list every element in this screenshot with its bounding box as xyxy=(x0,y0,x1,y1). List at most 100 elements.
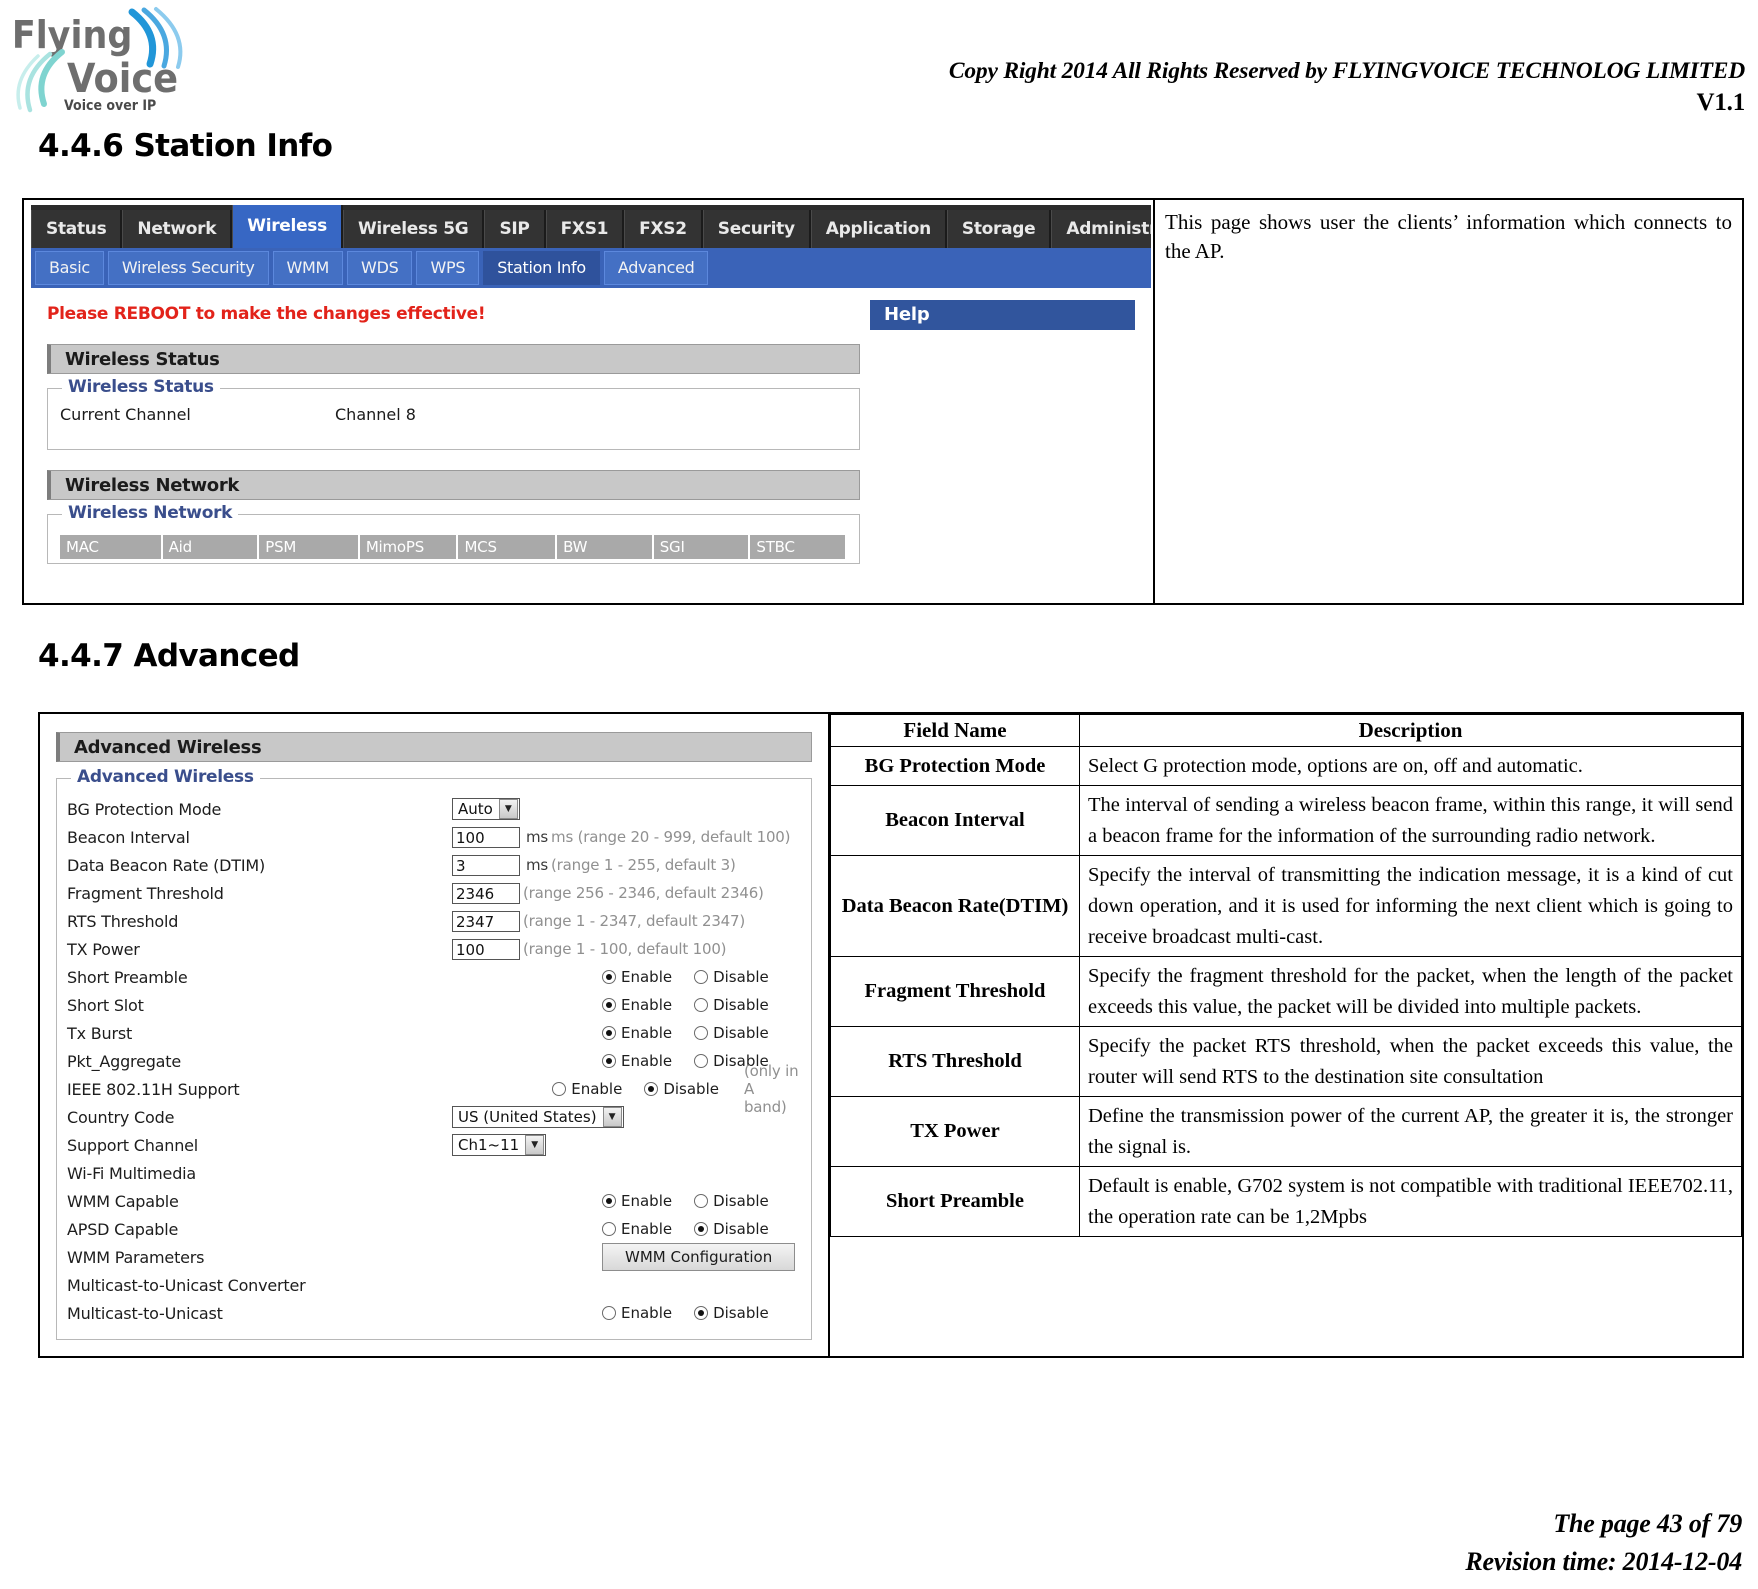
cell-description: Specify the interval of transmitting the… xyxy=(1080,856,1742,957)
chevron-down-icon[interactable]: ▼ xyxy=(603,1107,622,1127)
station-info-table: StatusNetworkWirelessWireless 5GSIPFXS1F… xyxy=(22,198,1744,605)
current-channel-label: Current Channel xyxy=(60,405,335,424)
chevron-down-icon[interactable]: ▼ xyxy=(525,1135,544,1155)
chevron-down-icon[interactable]: ▼ xyxy=(499,799,518,819)
advanced-row-control: Enable Disable xyxy=(452,996,791,1014)
radio-dot-icon xyxy=(602,1222,616,1236)
advanced-row-label: Short Slot xyxy=(67,996,452,1015)
radio-label: Enable xyxy=(571,1080,622,1098)
advanced-row-data-beacon-rate-dtim-: Data Beacon Rate (DTIM)3ms(range 1 - 255… xyxy=(67,851,801,879)
sub-tab-basic[interactable]: Basic xyxy=(35,251,104,285)
flyingvoice-logo: Flying Voice Voice over IP xyxy=(10,6,200,116)
sub-tab-wps[interactable]: WPS xyxy=(416,251,479,285)
radio-disable[interactable]: Disable xyxy=(694,1024,769,1042)
radio-enable[interactable]: Enable xyxy=(602,1192,672,1210)
input-beacon-interval[interactable]: 100 xyxy=(452,827,520,848)
select-bg-protection-mode[interactable]: Auto▼ xyxy=(452,798,520,820)
advanced-row-label: Short Preamble xyxy=(67,968,452,987)
advanced-row-control: Auto▼ xyxy=(452,798,520,820)
radio-disable[interactable]: Disable xyxy=(694,996,769,1014)
cell-field-name: Short Preamble xyxy=(831,1167,1080,1237)
input-tx-power[interactable]: 100 xyxy=(452,939,520,960)
radio-label: Enable xyxy=(621,1024,672,1042)
advanced-row-control: 2346(range 256 - 2346, default 2346) xyxy=(452,883,764,904)
station-info-body: Please REBOOT to make the changes effect… xyxy=(31,288,1151,598)
advanced-row-label: Country Code xyxy=(67,1108,452,1127)
station-info-screenshot-cell: StatusNetworkWirelessWireless 5GSIPFXS1F… xyxy=(24,200,1155,603)
cell-description: Define the transmission power of the cur… xyxy=(1080,1097,1742,1167)
advanced-row-label: BG Protection Mode xyxy=(67,800,452,819)
sub-tab-advanced[interactable]: Advanced xyxy=(604,251,709,285)
cell-field-name: Data Beacon Rate(DTIM) xyxy=(831,856,1080,957)
sub-nav-bar: BasicWireless SecurityWMMWDSWPSStation I… xyxy=(31,248,1151,288)
nav-tab-fxs1[interactable]: FXS1 xyxy=(546,210,625,248)
radio-enable[interactable]: Enable xyxy=(602,1304,672,1322)
station-info-description-cell: This page shows user the clients’ inform… xyxy=(1155,200,1742,603)
nav-tab-storage[interactable]: Storage xyxy=(947,210,1052,248)
advanced-row-wmm-parameters: WMM ParametersWMM Configuration xyxy=(67,1243,801,1271)
wireless-network-fieldset: Wireless Network MAC AddressAidPSMMimoPS… xyxy=(47,514,860,564)
help-button[interactable]: Help xyxy=(870,300,1135,330)
unit-label: ms xyxy=(526,856,548,874)
nav-tab-application[interactable]: Application xyxy=(811,210,947,248)
advanced-row-label: Pkt_Aggregate xyxy=(67,1052,452,1071)
advanced-row-label: Beacon Interval xyxy=(67,828,452,847)
radio-disable[interactable]: Disable xyxy=(694,1304,769,1322)
radio-enable[interactable]: Enable xyxy=(602,968,672,986)
radio-enable[interactable]: Enable xyxy=(602,1220,672,1238)
radio-group: Enable Disable xyxy=(602,1024,791,1042)
radio-label: Disable xyxy=(713,1024,769,1042)
advanced-row-control: 100(range 1 - 100, default 100) xyxy=(452,939,726,960)
input-data-beacon-rate-dtim-[interactable]: 3 xyxy=(452,855,520,876)
nav-tab-wireless-5g[interactable]: Wireless 5G xyxy=(343,210,485,248)
nav-tab-status[interactable]: Status xyxy=(31,210,122,248)
select-country-code[interactable]: US (United States)▼ xyxy=(452,1106,624,1128)
sub-tab-wireless-security[interactable]: Wireless Security xyxy=(108,251,269,285)
wireless-status-bar: Wireless Status xyxy=(47,344,860,374)
radio-disable[interactable]: Disable xyxy=(694,968,769,986)
radio-dot-icon xyxy=(694,1026,708,1040)
radio-dot-icon xyxy=(694,998,708,1012)
sub-tab-wds[interactable]: WDS xyxy=(347,251,412,285)
radio-dot-icon xyxy=(602,1306,616,1320)
station-column-stbc: STBC xyxy=(750,535,847,559)
advanced-row-tx-power: TX Power100(range 1 - 100, default 100) xyxy=(67,935,801,963)
document-page: Flying Voice Voice over IP Copy Right 20… xyxy=(0,0,1758,1589)
sub-tab-wmm[interactable]: WMM xyxy=(273,251,344,285)
radio-disable[interactable]: Disable xyxy=(694,1220,769,1238)
radio-label: Disable xyxy=(713,968,769,986)
advanced-row-label: APSD Capable xyxy=(67,1220,452,1239)
advanced-row-ieee-802-11h-support: IEEE 802.11H SupportEnableDisable(only i… xyxy=(67,1075,801,1103)
radio-dot-icon xyxy=(644,1082,658,1096)
advanced-row-label: Fragment Threshold xyxy=(67,884,452,903)
radio-dot-icon xyxy=(694,1306,708,1320)
sub-tab-station-info[interactable]: Station Info xyxy=(483,251,600,285)
radio-enable[interactable]: Enable xyxy=(552,1080,622,1098)
advanced-row-support-channel: Support ChannelCh1~11▼ xyxy=(67,1131,801,1159)
advanced-row-label: Multicast-to-Unicast xyxy=(67,1304,452,1323)
station-column-psm: PSM xyxy=(259,535,360,559)
advanced-row-control: Enable Disable xyxy=(452,968,791,986)
radio-enable[interactable]: Enable xyxy=(602,1024,672,1042)
router-ui-station-info: StatusNetworkWirelessWireless 5GSIPFXS1F… xyxy=(31,205,1151,598)
advanced-row-apsd-capable: APSD Capable Enable Disable xyxy=(67,1215,801,1243)
radio-label: Enable xyxy=(621,1192,672,1210)
radio-enable[interactable]: Enable xyxy=(602,996,672,1014)
nav-tab-network[interactable]: Network xyxy=(122,210,232,248)
nav-tab-security[interactable]: Security xyxy=(703,210,811,248)
nav-tab-sip[interactable]: SIP xyxy=(484,210,545,248)
input-rts-threshold[interactable]: 2347 xyxy=(452,911,520,932)
nav-tab-fxs2[interactable]: FXS2 xyxy=(624,210,703,248)
select-support-channel[interactable]: Ch1~11▼ xyxy=(452,1134,546,1156)
radio-disable[interactable]: Disable xyxy=(644,1080,719,1098)
radio-disable[interactable]: Disable xyxy=(694,1192,769,1210)
heading-station-info: 4.4.6 Station Info xyxy=(38,128,332,164)
advanced-row-label: Data Beacon Rate (DTIM) xyxy=(67,856,452,875)
svg-text:Voice: Voice xyxy=(67,56,178,103)
input-fragment-threshold[interactable]: 2346 xyxy=(452,883,520,904)
nav-tab-administration[interactable]: Administration xyxy=(1051,210,1151,248)
nav-tab-wireless[interactable]: Wireless xyxy=(232,205,343,248)
advanced-row-label: IEEE 802.11H Support xyxy=(67,1080,402,1099)
radio-hint: (only in A band) xyxy=(744,1062,801,1116)
wmm-configuration-button[interactable]: WMM Configuration xyxy=(602,1243,795,1271)
